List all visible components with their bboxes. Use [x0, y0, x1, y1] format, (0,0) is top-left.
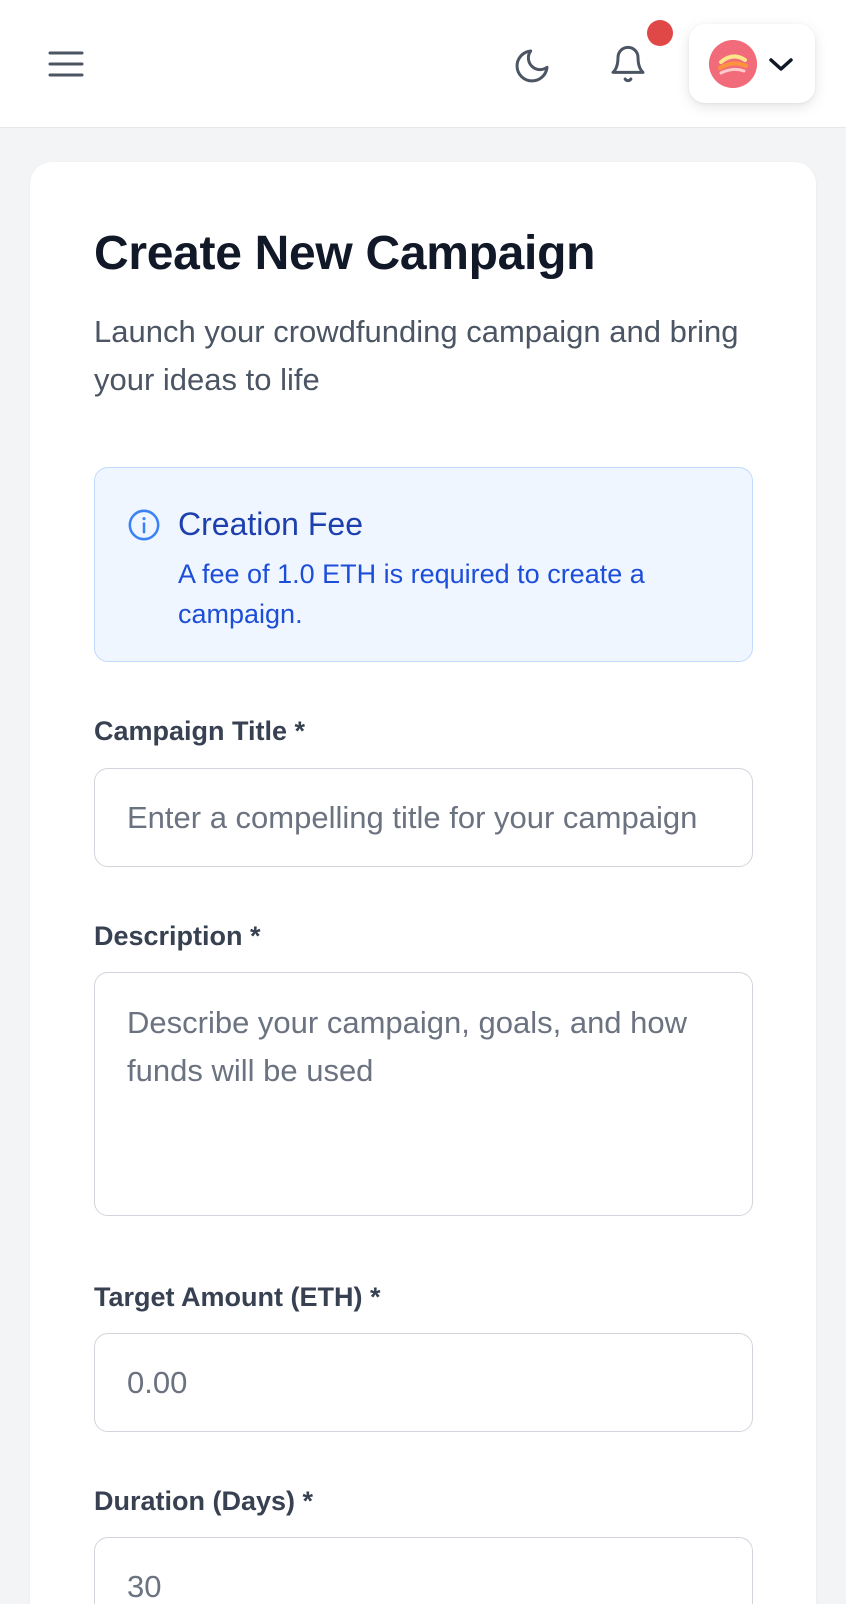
fee-notice-title: Creation Fee: [178, 506, 363, 542]
duration-label: Duration (Days) *: [94, 1486, 314, 1516]
target-amount-input[interactable]: [94, 1333, 753, 1432]
top-navbar: [0, 0, 846, 128]
campaign-title-input[interactable]: [94, 768, 753, 867]
page-title: Create New Campaign: [94, 227, 596, 280]
avatar-icon: [709, 39, 757, 88]
menu-button[interactable]: [44, 42, 88, 86]
bell-icon: [611, 45, 645, 83]
chevron-down-icon: [769, 57, 793, 71]
campaign-title-label: Campaign Title *: [94, 716, 306, 746]
notification-badge: [647, 20, 673, 46]
fee-notice-text: A fee of 1.0 ETH is required to create a…: [178, 559, 645, 629]
creation-fee-notice: Creation Fee A fee of 1.0 ETH is require…: [94, 467, 753, 662]
duration-input[interactable]: [94, 1537, 753, 1604]
hamburger-menu-icon: [48, 51, 84, 77]
notifications-button[interactable]: [604, 40, 652, 88]
moon-icon: [515, 49, 549, 83]
theme-toggle-button[interactable]: [508, 42, 556, 90]
info-icon: [128, 509, 160, 541]
description-textarea[interactable]: [94, 972, 753, 1216]
page-subtitle: Launch your crowdfunding campaign and br…: [94, 314, 739, 397]
description-label: Description *: [94, 921, 261, 951]
user-menu-button[interactable]: [689, 24, 815, 103]
target-amount-label: Target Amount (ETH) *: [94, 1282, 381, 1312]
